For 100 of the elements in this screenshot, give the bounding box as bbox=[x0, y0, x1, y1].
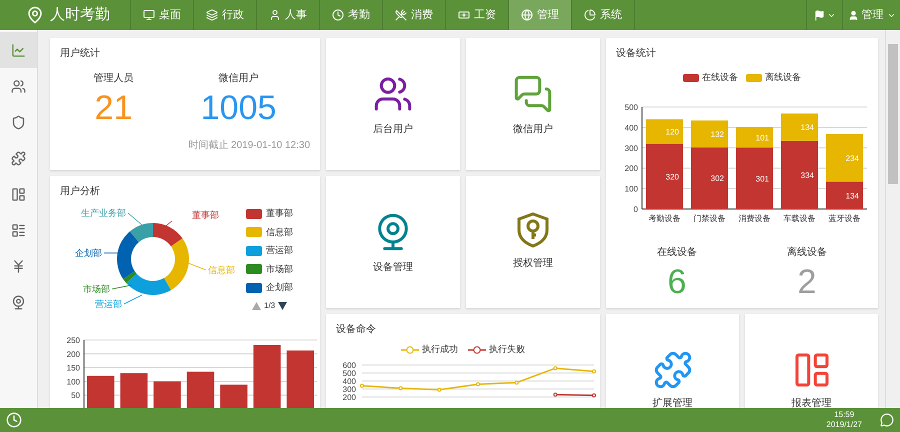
tile-label[interactable]: 报表管理 bbox=[792, 396, 832, 408]
leader-line bbox=[112, 284, 132, 290]
yen-icon bbox=[11, 258, 26, 274]
pager-text: 1/3 bbox=[264, 300, 276, 312]
data-label: 301 bbox=[756, 174, 769, 183]
category-label: 消费设备 bbox=[738, 214, 770, 222]
point bbox=[476, 382, 480, 386]
category-label: 考勤设备 bbox=[648, 214, 680, 222]
tile-label[interactable]: 扩展管理 bbox=[652, 396, 692, 408]
point bbox=[592, 392, 596, 397]
clock-icon bbox=[332, 9, 344, 21]
puzzle-icon[interactable] bbox=[652, 350, 692, 390]
count-label: 在线设备 bbox=[657, 246, 697, 260]
nav-tab[interactable]: 系统 bbox=[571, 0, 634, 30]
bar bbox=[286, 350, 314, 408]
point bbox=[360, 383, 364, 388]
stat-label: 微信用户 bbox=[218, 72, 259, 86]
data-label: 134 bbox=[800, 122, 814, 132]
axis-tick-label: 50 bbox=[71, 391, 80, 400]
axis-tick-label: 400 bbox=[342, 376, 356, 386]
leader-line bbox=[128, 212, 142, 226]
card-title: 设备统计 bbox=[615, 46, 657, 61]
shield-icon bbox=[11, 114, 26, 130]
category-label: 车载设备 bbox=[784, 214, 816, 222]
card-title: 用户统计 bbox=[60, 46, 101, 61]
nav-tab[interactable]: 桌面 bbox=[130, 0, 193, 30]
axis-tick-label: 600 bbox=[342, 360, 356, 370]
tile-label[interactable]: 设备管理 bbox=[373, 260, 413, 275]
stat-value: 1005 bbox=[200, 88, 276, 129]
donut-label: 信息部 bbox=[208, 265, 235, 275]
monitor-icon bbox=[143, 9, 155, 21]
bar bbox=[120, 373, 148, 408]
nav-tab[interactable]: 管理 bbox=[508, 0, 571, 30]
chat-icon[interactable] bbox=[880, 413, 894, 427]
flag-icon bbox=[814, 10, 824, 20]
point bbox=[553, 366, 558, 370]
list-icon bbox=[11, 222, 26, 238]
axis-tick-label: 300 bbox=[342, 384, 356, 394]
axis-tick-label: 500 bbox=[624, 102, 638, 112]
donut-label: 董事部 bbox=[192, 210, 219, 220]
down-triangle-icon[interactable] bbox=[278, 302, 288, 310]
legend-label: 信息部 bbox=[266, 226, 293, 238]
clock-icon[interactable] bbox=[6, 412, 22, 428]
user-icon bbox=[269, 9, 281, 21]
category-label: 门禁设备 bbox=[694, 214, 726, 222]
axis-tick-label: 500 bbox=[342, 368, 356, 378]
legend-label: 在线设备 bbox=[702, 71, 738, 84]
tile-label[interactable]: 授权管理 bbox=[513, 256, 553, 271]
axis-tick-label: 150 bbox=[66, 364, 80, 373]
tile-label[interactable]: 微信用户 bbox=[513, 122, 553, 137]
nav-tab[interactable]: 考勤 bbox=[319, 0, 382, 30]
point bbox=[553, 392, 558, 396]
users-icon bbox=[11, 78, 26, 94]
legend-label: 董事部 bbox=[266, 207, 293, 220]
data-label: 134 bbox=[846, 190, 859, 200]
line-chart-icon bbox=[11, 42, 26, 58]
legend-label: 离线设备 bbox=[765, 71, 801, 84]
data-label: 320 bbox=[666, 172, 679, 181]
timestamp: 时间截止 2019-01-10 12:30 bbox=[188, 138, 310, 153]
donut-label: 市场部 bbox=[83, 284, 110, 294]
pie-chart-icon bbox=[584, 9, 596, 21]
layers-icon bbox=[206, 9, 218, 21]
leader-line bbox=[188, 262, 206, 270]
data-label: 334 bbox=[800, 170, 814, 180]
banknote-icon bbox=[458, 9, 470, 21]
stat-label: 管理人员 bbox=[94, 72, 134, 86]
shield-key-icon[interactable] bbox=[516, 212, 550, 248]
axis-tick-label: 200 bbox=[624, 164, 638, 173]
globe-icon bbox=[521, 9, 533, 21]
nav-tab[interactable]: 消费 bbox=[382, 0, 445, 30]
card-title: 用户分析 bbox=[60, 184, 101, 199]
donut-label: 营运部 bbox=[95, 299, 122, 309]
nav-tab[interactable]: 人事 bbox=[256, 0, 319, 30]
bar bbox=[87, 376, 114, 408]
count-value: 6 bbox=[668, 262, 686, 302]
legend-label: 企划部 bbox=[266, 281, 293, 294]
category-label: 蓝牙设备 bbox=[828, 214, 860, 222]
webcam-icon bbox=[11, 294, 26, 310]
leader-line bbox=[124, 294, 142, 304]
clock-date: 2019/1/27 bbox=[826, 420, 862, 430]
point bbox=[592, 368, 596, 373]
scrollbar[interactable] bbox=[885, 30, 900, 408]
sidebar-item[interactable] bbox=[0, 32, 37, 68]
data-label: 120 bbox=[666, 126, 679, 136]
app-title: 人时考勤 bbox=[50, 4, 110, 25]
axis-tick-label: 400 bbox=[624, 122, 638, 132]
donut-label: 生产业务部 bbox=[81, 208, 126, 218]
data-label: 234 bbox=[846, 153, 859, 162]
data-label: 101 bbox=[756, 132, 769, 142]
nav-tab[interactable]: 行政 bbox=[193, 0, 256, 30]
data-label: 302 bbox=[710, 174, 724, 183]
legend-label: 执行成功 bbox=[422, 343, 458, 356]
tile-label[interactable]: 后台用户 bbox=[373, 122, 413, 137]
chat-bubbles-icon[interactable] bbox=[513, 74, 553, 114]
axis-tick-label: 100 bbox=[624, 184, 638, 194]
bar bbox=[186, 372, 214, 408]
leader-line bbox=[104, 252, 118, 254]
axis-tick-label: 250 bbox=[66, 336, 80, 345]
point bbox=[514, 380, 519, 384]
legend-label: 执行失败 bbox=[489, 343, 525, 356]
